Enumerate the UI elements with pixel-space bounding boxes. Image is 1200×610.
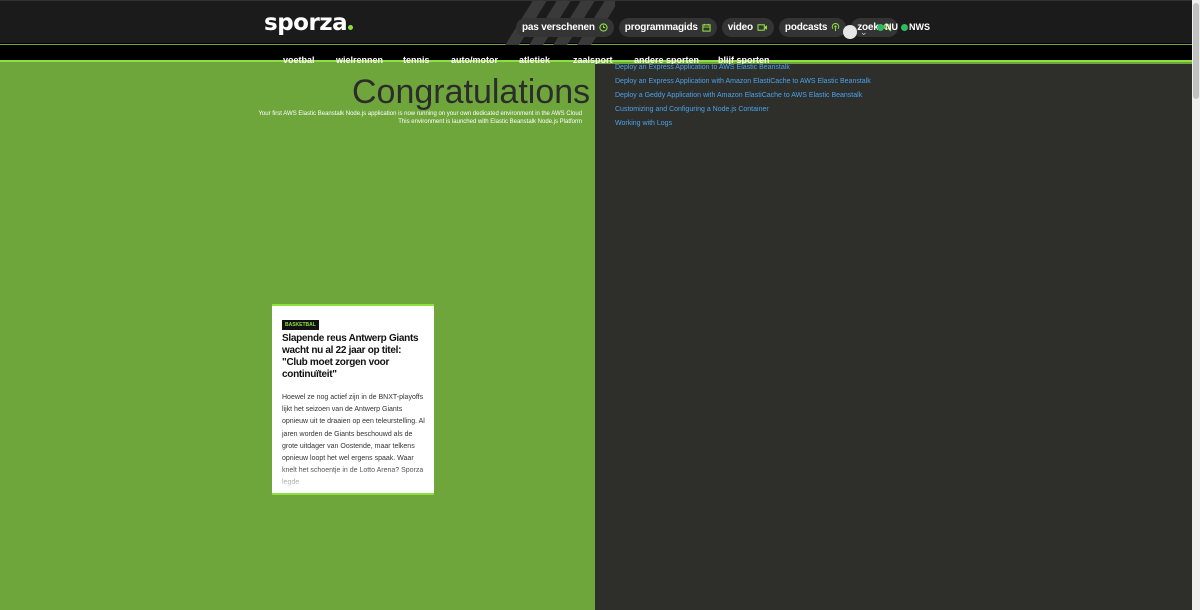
link-express-deploy[interactable]: Deploy an Express Application to AWS Ela… [615, 64, 790, 71]
nav-label: video [727, 22, 753, 33]
article-card[interactable]: BASKETBAL Slapende reus Antwerp Giants w… [272, 304, 434, 495]
vertical-scrollbar[interactable] [1192, 0, 1200, 610]
link-geddy-elasticache[interactable]: Deploy a Geddy Application with Amazon E… [615, 92, 862, 99]
sporza-logo[interactable]: sporza [264, 10, 354, 36]
logo-dot-icon [348, 25, 354, 30]
page-title: Congratulations [352, 73, 591, 111]
clock-icon [599, 23, 608, 32]
nav-label: programmagids [624, 22, 698, 33]
text-fade-overlay [272, 465, 434, 493]
brand-label: NWS [909, 22, 930, 32]
category-auto-motor[interactable]: auto/motor [451, 55, 498, 65]
scrollbar-thumb[interactable] [1193, 3, 1199, 99]
nav-programmagids[interactable]: programmagids [618, 18, 717, 37]
podcast-icon [832, 23, 840, 32]
link-express-elasticache[interactable]: Deploy an Express Application with Amazo… [615, 78, 871, 85]
nav-podcasts[interactable]: podcasts [778, 18, 847, 37]
category-voetbal[interactable]: voetbal [283, 55, 315, 65]
user-menu[interactable]: ⌄ [843, 25, 868, 39]
video-icon [757, 24, 767, 31]
avatar-icon [843, 25, 857, 39]
vrt-nws-link[interactable]: NWS [901, 22, 930, 32]
nav-video[interactable]: video [721, 18, 774, 37]
logo-text: sporza [264, 10, 348, 36]
top-header: sporza pas verschenen programmagids vide… [0, 0, 1192, 45]
category-badge: BASKETBAL [282, 320, 319, 330]
brand-dot-icon [901, 23, 908, 31]
category-tennis[interactable]: tennis [403, 55, 430, 65]
platform-line: This environment is launched with Elasti… [398, 119, 582, 125]
nav-label: pas verschenen [522, 22, 595, 33]
nav-label: podcasts [784, 22, 828, 33]
calendar-icon [702, 23, 711, 32]
nav-pas-verschenen[interactable]: pas verschenen [516, 18, 614, 37]
brand-dot-icon [877, 23, 884, 31]
brand-label: NU [885, 22, 898, 32]
category-wielrennen[interactable]: wielrennen [336, 55, 383, 65]
intro-line: Your first AWS Elastic Beanstalk Node.js… [258, 111, 582, 117]
article-title[interactable]: Slapende reus Antwerp Giants wacht nu al… [282, 333, 428, 381]
vrt-nu-link[interactable]: NU [877, 22, 898, 32]
chevron-down-icon: ⌄ [860, 26, 868, 37]
link-working-with-logs[interactable]: Working with Logs [615, 120, 672, 127]
top-navigation: pas verschenen programmagids video podca… [516, 18, 898, 37]
category-navigation: voetbal wielrennen tennis auto/motor atl… [0, 45, 1192, 65]
category-atletiek[interactable]: atletiek [519, 55, 550, 65]
link-customizing-container[interactable]: Customizing and Configuring a Node.js Co… [615, 106, 769, 113]
right-panel [595, 64, 1192, 610]
